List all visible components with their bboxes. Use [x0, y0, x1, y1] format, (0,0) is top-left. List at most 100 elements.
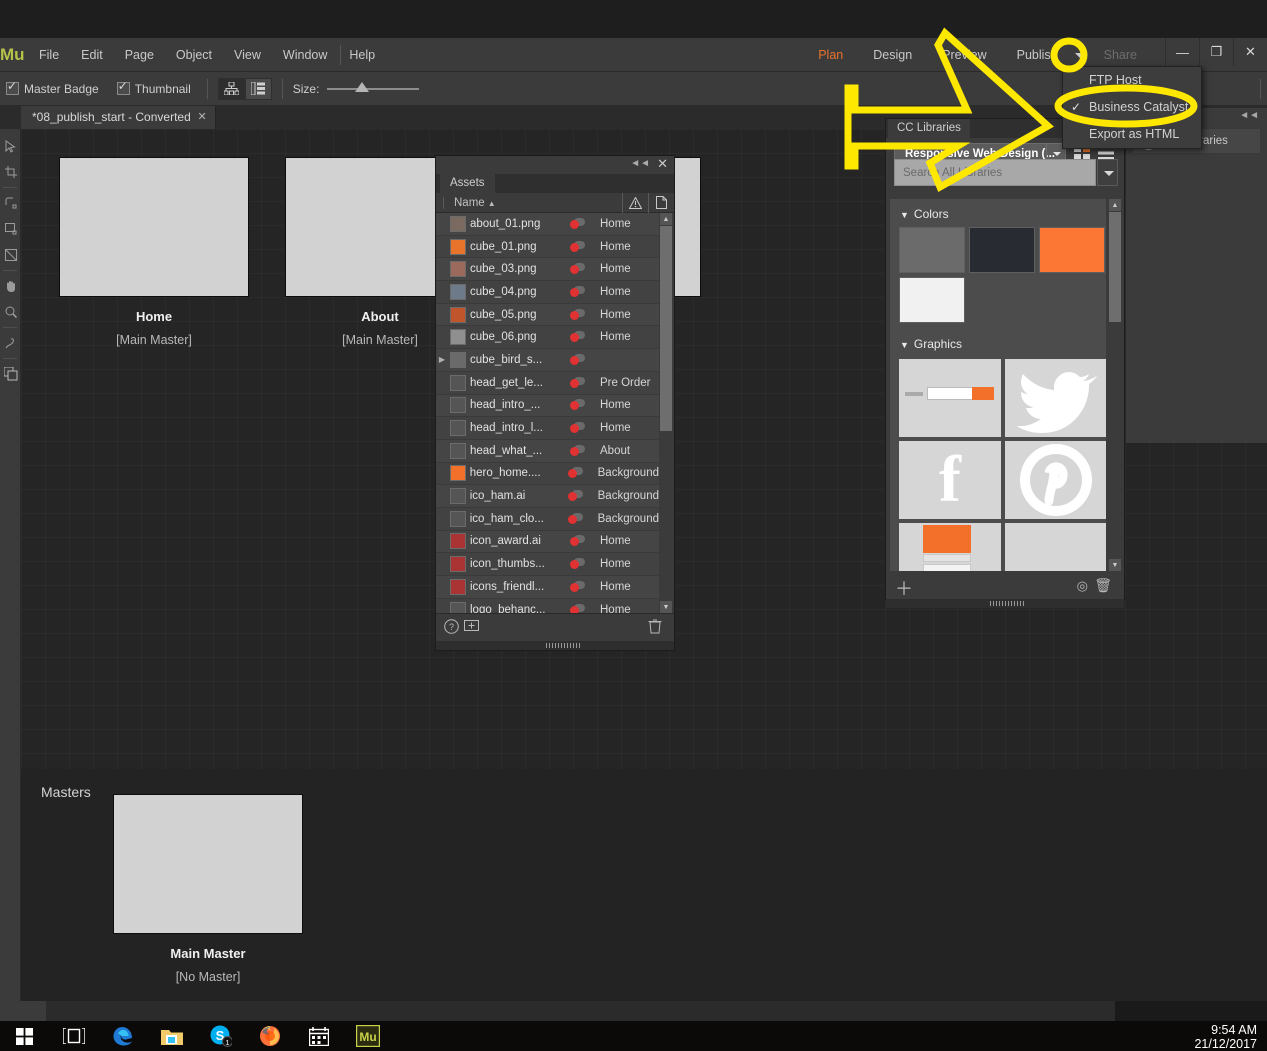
- asset-row[interactable]: head_intro_l... Home: [436, 417, 659, 440]
- thumbnail-size-slider[interactable]: [327, 81, 420, 96]
- asset-row[interactable]: ▶ cube_bird_s...: [436, 349, 659, 372]
- scroll-down-icon[interactable]: ▼: [660, 601, 672, 613]
- task-view-icon[interactable]: [49, 1021, 98, 1051]
- graphic-empty-graphic[interactable]: [1005, 523, 1106, 571]
- expand-triangle-icon[interactable]: ▶: [436, 355, 448, 364]
- asset-row[interactable]: icons_friendl... Home: [436, 576, 659, 599]
- cc-libraries-content[interactable]: ▼ Colors ▼ Graphics f: [890, 199, 1106, 571]
- page-card-home[interactable]: Home [Main Master]: [59, 157, 249, 347]
- page-thumbnail[interactable]: [59, 157, 249, 297]
- thumbnail-checkbox[interactable]: Thumbnail: [116, 79, 191, 96]
- selection-tool[interactable]: [0, 133, 21, 159]
- color-swatch-tool[interactable]: [0, 361, 21, 387]
- tab-assets[interactable]: Assets: [440, 174, 495, 193]
- color-swatch[interactable]: [899, 227, 965, 273]
- column-header-file[interactable]: [648, 192, 674, 213]
- taskbar-clock[interactable]: 9:54 AM 21/12/2017: [1194, 1023, 1257, 1051]
- muse-icon[interactable]: Mu: [343, 1021, 392, 1051]
- asset-row[interactable]: cube_03.png Home: [436, 258, 659, 282]
- minimize-button[interactable]: —: [1165, 38, 1199, 66]
- asset-row[interactable]: ico_ham.ai Background: [436, 485, 659, 508]
- asset-row[interactable]: cube_06.png Home: [436, 326, 659, 350]
- section-header-graphics[interactable]: ▼ Graphics: [890, 329, 1106, 357]
- color-swatch[interactable]: [1039, 227, 1105, 273]
- scroll-down-icon[interactable]: ▼: [1109, 559, 1121, 571]
- chevron-down-icon[interactable]: ▼: [900, 340, 909, 350]
- close-button[interactable]: ✕: [1233, 38, 1267, 66]
- ellipse-tool[interactable]: [0, 242, 21, 268]
- scroll-up-icon[interactable]: ▲: [1109, 199, 1121, 211]
- collapse-icon[interactable]: ◄◄: [630, 158, 650, 169]
- assets-list[interactable]: about_01.png Home cube_01.png Home cube_03.p…: [436, 213, 659, 613]
- asset-row[interactable]: about_01.png Home: [436, 213, 659, 236]
- skype-icon[interactable]: S1: [196, 1021, 245, 1051]
- workspace-design-button[interactable]: Design: [858, 38, 927, 72]
- section-header-colors[interactable]: ▼ Colors: [890, 199, 1106, 227]
- cc-libraries-scrollbar[interactable]: ▲ ▼: [1108, 199, 1122, 571]
- delete-icon[interactable]: [648, 619, 662, 637]
- color-swatch[interactable]: [969, 227, 1035, 273]
- graphics-grid[interactable]: f: [890, 357, 1106, 571]
- help-icon[interactable]: ?: [444, 619, 459, 637]
- graphic-form-mockup[interactable]: [899, 359, 1001, 437]
- calendar-icon[interactable]: [294, 1021, 343, 1051]
- slider-thumb[interactable]: [355, 81, 370, 92]
- view-mode-toggle[interactable]: [217, 77, 272, 100]
- add-asset-icon[interactable]: [464, 619, 479, 635]
- master-thumbnail[interactable]: [113, 794, 303, 934]
- asset-row[interactable]: ico_ham_clo... Background: [436, 507, 659, 531]
- plan-view-icon[interactable]: [217, 77, 245, 100]
- menu-item-window[interactable]: Window: [272, 38, 338, 72]
- menu-item-object[interactable]: Object: [165, 38, 223, 72]
- search-input[interactable]: Search All Libraries: [894, 159, 1096, 186]
- crop-tool[interactable]: [0, 159, 21, 185]
- publish-menu-item-business-catalyst[interactable]: ✓ Business Catalyst: [1063, 94, 1201, 121]
- search-filter-chevron-icon[interactable]: [1097, 159, 1118, 186]
- delete-icon[interactable]: 🗑: [1094, 577, 1112, 594]
- asset-row[interactable]: icon_award.ai Home: [436, 530, 659, 554]
- graphic-page-mockup[interactable]: [899, 523, 1001, 571]
- restore-button[interactable]: ❐: [1199, 38, 1233, 66]
- tab-cc-libraries[interactable]: CC Libraries: [888, 119, 970, 138]
- publish-dropdown-menu[interactable]: FTP Host ✓ Business Catalyst Export as HTML: [1062, 66, 1202, 149]
- assets-scrollbar[interactable]: ▲ ▼: [659, 213, 673, 613]
- color-swatch-grid[interactable]: [890, 227, 1106, 329]
- workspace-plan-button[interactable]: Plan: [803, 38, 858, 72]
- menu-item-help[interactable]: Help: [338, 38, 386, 72]
- assets-horizontal-scrollbar[interactable]: [436, 641, 674, 650]
- asset-row[interactable]: head_get_le... Pre Order: [436, 371, 659, 395]
- zoom-tool[interactable]: [0, 299, 21, 325]
- graphic-facebook-logo[interactable]: f: [899, 441, 1001, 519]
- chevron-down-icon[interactable]: ▼: [900, 210, 909, 220]
- master-card-main-master[interactable]: Main Master [No Master]: [113, 794, 303, 984]
- list-view-icon[interactable]: [244, 77, 272, 100]
- pen-tool[interactable]: [0, 330, 21, 356]
- scrollbar-thumb[interactable]: [660, 226, 672, 431]
- collapse-icon[interactable]: ◄◄: [1239, 110, 1259, 121]
- workspace-preview-button[interactable]: Preview: [927, 38, 1001, 72]
- edge-icon[interactable]: [98, 1021, 147, 1051]
- menu-item-edit[interactable]: Edit: [70, 38, 114, 72]
- rectangle-tool[interactable]: [0, 216, 21, 242]
- column-header-name[interactable]: Name ▲: [443, 196, 622, 209]
- asset-row[interactable]: head_intro_... Home: [436, 394, 659, 418]
- scrollbar-thumb[interactable]: [1109, 212, 1121, 322]
- master-badge-checkbox[interactable]: Master Badge: [6, 79, 99, 96]
- close-icon[interactable]: ✕: [198, 106, 207, 129]
- asset-row[interactable]: head_what_... About: [436, 439, 659, 463]
- publish-menu-item-ftp-host[interactable]: FTP Host: [1063, 67, 1201, 94]
- menu-item-file[interactable]: File: [28, 38, 70, 72]
- asset-row[interactable]: cube_05.png Home: [436, 303, 659, 327]
- rounded-rect-tool[interactable]: [0, 190, 21, 216]
- column-header-warning[interactable]: [622, 192, 648, 213]
- cc-sync-icon[interactable]: ◎: [1077, 578, 1088, 594]
- publish-chevron-down-icon[interactable]: [1069, 45, 1089, 65]
- asset-row[interactable]: logo_behanc... Home: [436, 598, 659, 613]
- windows-start-icon[interactable]: [0, 1021, 49, 1051]
- file-explorer-icon[interactable]: [147, 1021, 196, 1051]
- asset-row[interactable]: icon_thumbs... Home: [436, 553, 659, 576]
- asset-row[interactable]: cube_04.png Home: [436, 281, 659, 304]
- asset-row[interactable]: cube_01.png Home: [436, 235, 659, 259]
- publish-menu-item-export-as-html[interactable]: Export as HTML: [1063, 121, 1201, 148]
- scroll-up-icon[interactable]: ▲: [660, 213, 672, 225]
